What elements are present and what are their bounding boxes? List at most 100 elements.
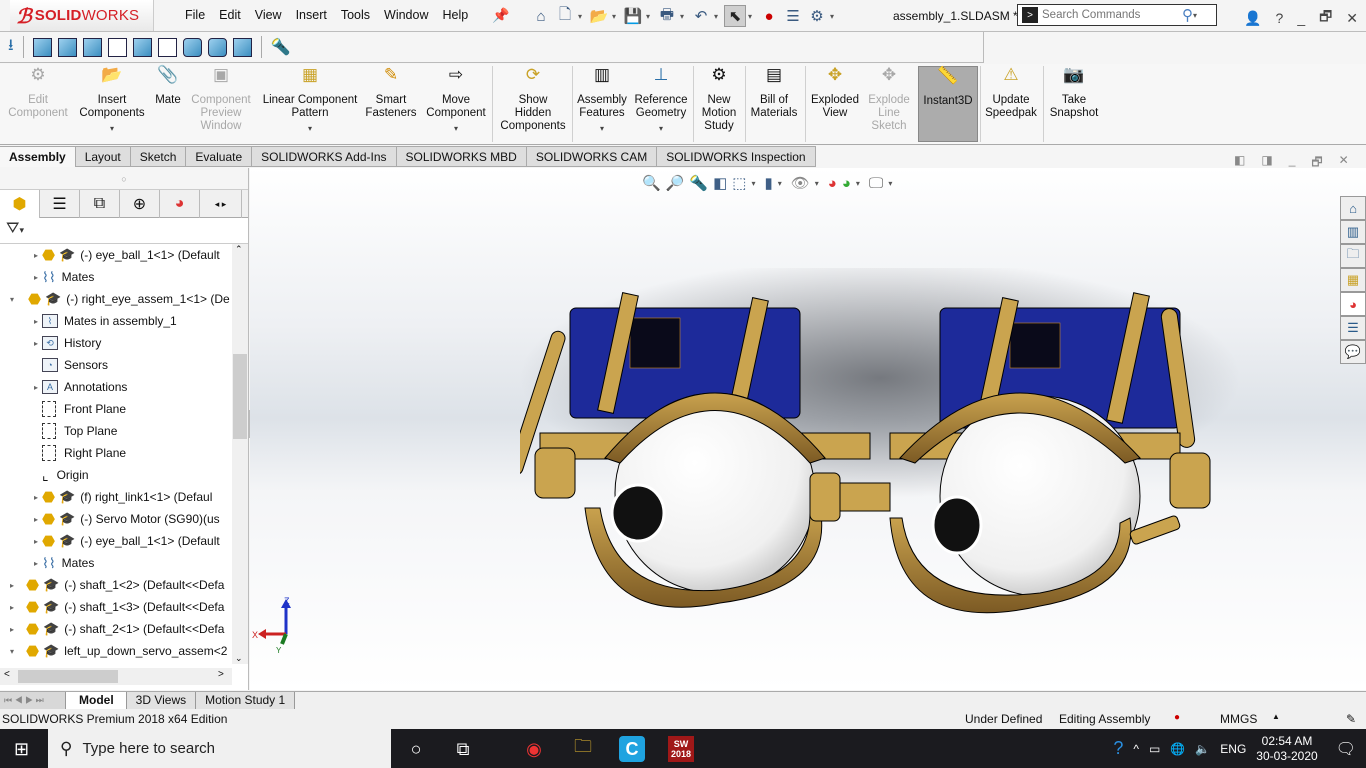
search-commands[interactable]: > ⚲▾ [1017, 4, 1217, 26]
linear-component-pattern-button[interactable]: ▦ Linear Component Pattern ▾ [258, 66, 362, 135]
view-dimetric-icon[interactable] [232, 37, 252, 57]
tree-item[interactable]: ◔ Sensors [30, 354, 108, 376]
tree-item[interactable]: ▸ ⬣ 🎓 (-) eye_ball_1<1> (Default [30, 530, 220, 552]
previous-view-icon[interactable]: 🔦 [689, 174, 708, 192]
move-component-dropdown[interactable]: ▾ [424, 122, 488, 135]
tree-item[interactable]: ▸ ⌇⌇ Mates [30, 552, 94, 574]
expand-arrow-icon[interactable]: ▸ [30, 559, 42, 568]
show-hidden-components-button[interactable]: ⟳ Show Hidden Components [496, 66, 570, 133]
reference-geometry-button[interactable]: ⊥ Reference Geometry ▾ [632, 66, 690, 135]
save-icon[interactable]: 💾 [622, 5, 644, 27]
expand-arrow-icon[interactable]: ▸ [30, 515, 42, 524]
menu-view[interactable]: View [248, 8, 289, 22]
exploded-view-button[interactable]: ✥ Exploded View [807, 66, 863, 120]
tab-solidworks-mbd[interactable]: SOLIDWORKS MBD [396, 146, 527, 167]
assembly-features-dropdown[interactable]: ▾ [574, 122, 630, 135]
coordinate-triad[interactable]: Z X Y [252, 596, 302, 654]
scrollbar-thumb[interactable] [233, 354, 247, 439]
solidworks-logo[interactable]: ℬ SOLIDWORKS [10, 0, 154, 31]
tree-item[interactable]: ▸ ⬣ 🎓 (-) shaft_1<2> (Default<<Defa [6, 574, 224, 596]
open-dropdown[interactable]: ▾ [612, 12, 620, 21]
appearances-scenes-icon[interactable]: ◕ [1340, 292, 1366, 316]
view-orientation-icon[interactable]: ⬚ [732, 174, 746, 192]
tab-3d-views[interactable]: 3D Views [126, 692, 197, 709]
expand-arrow-icon[interactable]: ▸ [6, 581, 18, 590]
expand-arrow-icon[interactable]: ▸ [30, 251, 42, 260]
menu-file[interactable]: File [178, 8, 212, 22]
new-document-icon[interactable]: 🗋 [554, 5, 576, 27]
view-back-icon[interactable] [57, 37, 77, 57]
view-trimetric-icon[interactable] [207, 37, 227, 57]
display-manager-tab-icon[interactable]: ◕ [160, 190, 200, 218]
mate-button[interactable]: 📎 Mate [152, 66, 184, 107]
collapse-arrow-icon[interactable]: ▾ [6, 647, 18, 656]
doc-restore-button[interactable]: 🗗 [1311, 153, 1322, 174]
task-view-icon[interactable]: ⧉ [450, 736, 476, 762]
panel-grip[interactable]: ○ [0, 168, 248, 190]
zoom-to-fit-icon[interactable]: 🔍 [642, 174, 661, 192]
tree-item[interactable]: ▾ ⬣ 🎓 (-) right_eye_assem_1<1> (De [6, 288, 230, 310]
menu-edit[interactable]: Edit [212, 8, 248, 22]
cortana-icon[interactable]: ○ [403, 736, 429, 762]
pin-icon[interactable]: 📌 [492, 7, 509, 24]
search-dropdown[interactable]: ▾ [1193, 11, 1201, 20]
view-settings-dropdown[interactable]: ▾ [888, 179, 896, 188]
view-settings-monitor-icon[interactable]: 🖵 [869, 175, 883, 192]
view-isometric-icon[interactable] [182, 37, 202, 57]
expand-arrow-icon[interactable]: ▸ [6, 625, 18, 634]
customize-status-icon[interactable]: ✎ [1346, 712, 1356, 726]
volume-icon[interactable]: 🔈 [1195, 742, 1210, 756]
solidworks-taskbar-icon[interactable]: SW 2018 [668, 736, 694, 762]
design-library-icon[interactable]: ▥ [1340, 220, 1366, 244]
tab-assembly[interactable]: Assembly [0, 146, 76, 167]
reference-geometry-dropdown[interactable]: ▾ [632, 122, 690, 135]
edit-component-button[interactable]: ⚙ Edit Component [6, 66, 70, 120]
assembly-features-button[interactable]: ▥ Assembly Features ▾ [574, 66, 630, 135]
options-dropdown[interactable]: ▾ [830, 12, 838, 21]
tree-item[interactable]: ▸ ⌇⌇ Mates [30, 266, 94, 288]
custom-properties-icon[interactable]: ☰ [1340, 316, 1366, 340]
notifications-icon[interactable]: 🗨 [1336, 739, 1356, 759]
close-button[interactable]: ✕ [1346, 10, 1358, 27]
tree-item[interactable]: Top Plane [40, 420, 117, 442]
property-manager-tab-icon[interactable]: ☰ [40, 190, 80, 218]
tab-layout[interactable]: Layout [75, 146, 131, 167]
tree-vertical-scrollbar[interactable]: ⌃ ⌄ [232, 244, 248, 664]
units-dropdown-icon[interactable]: ▲ [1272, 712, 1280, 721]
tab-nav-arrows[interactable]: ⏮ ◀ ▶ ⏭ [0, 692, 66, 709]
menu-window[interactable]: Window [377, 8, 435, 22]
chrome-icon[interactable]: ◉ [521, 736, 547, 762]
undo-icon[interactable]: ↶ [690, 5, 712, 27]
network-icon[interactable]: 🌐 [1170, 742, 1185, 756]
language-indicator[interactable]: ENG [1220, 742, 1246, 756]
search-icon[interactable]: ⚲ [1182, 6, 1193, 24]
assembly-model-render[interactable] [520, 268, 1240, 618]
tree-item[interactable]: Front Plane [40, 398, 126, 420]
explode-line-sketch-button[interactable]: ✥ Explode Line Sketch [864, 66, 914, 133]
show-hidden-icons-icon[interactable]: ^ [1133, 742, 1139, 756]
tree-item[interactable]: ▸ ⬣ 🎓 (-) Servo Motor (SG90)(us [30, 508, 220, 530]
update-speedpak-button[interactable]: ⚠ Update Speedpak [982, 66, 1040, 120]
display-style-icon[interactable]: ▮ [764, 174, 772, 192]
view-front-icon[interactable] [32, 37, 52, 57]
help-tray-icon[interactable]: ? [1113, 738, 1123, 759]
windows-start-icon[interactable]: ⊞ [14, 739, 29, 760]
dimxpert-tab-icon[interactable]: ⊕ [120, 190, 160, 218]
filter-icon[interactable]: ⛛▾ [0, 218, 248, 244]
hide-show-dropdown[interactable]: ▾ [815, 179, 823, 188]
undo-dropdown[interactable]: ▾ [714, 12, 722, 21]
tree-item[interactable]: ▸ ⬣ 🎓 (-) eye_ball_1<1> (Default [30, 244, 220, 266]
linear-pattern-dropdown[interactable]: ▾ [258, 122, 362, 135]
bill-of-materials-button[interactable]: ▤ Bill of Materials [746, 66, 802, 120]
save-dropdown[interactable]: ▾ [646, 12, 654, 21]
feature-manager-tab-icon[interactable]: ⬢ [0, 190, 40, 218]
smart-fasteners-button[interactable]: ✎ Smart Fasteners [364, 66, 418, 120]
print-icon[interactable]: 🖶 [656, 5, 678, 27]
tree-item[interactable]: Right Plane [40, 442, 126, 464]
tree-item[interactable]: ▸⌇Mates in assembly_1 [30, 310, 177, 332]
instant3d-button[interactable]: 📏 Instant3D [918, 66, 978, 142]
zoom-to-area-icon[interactable]: 🔎 [666, 174, 685, 192]
tree-horizontal-scrollbar[interactable]: < > [0, 668, 232, 685]
rebuild-status-icon[interactable]: ● [1174, 712, 1180, 723]
file-properties-icon[interactable]: ☰ [782, 5, 804, 27]
